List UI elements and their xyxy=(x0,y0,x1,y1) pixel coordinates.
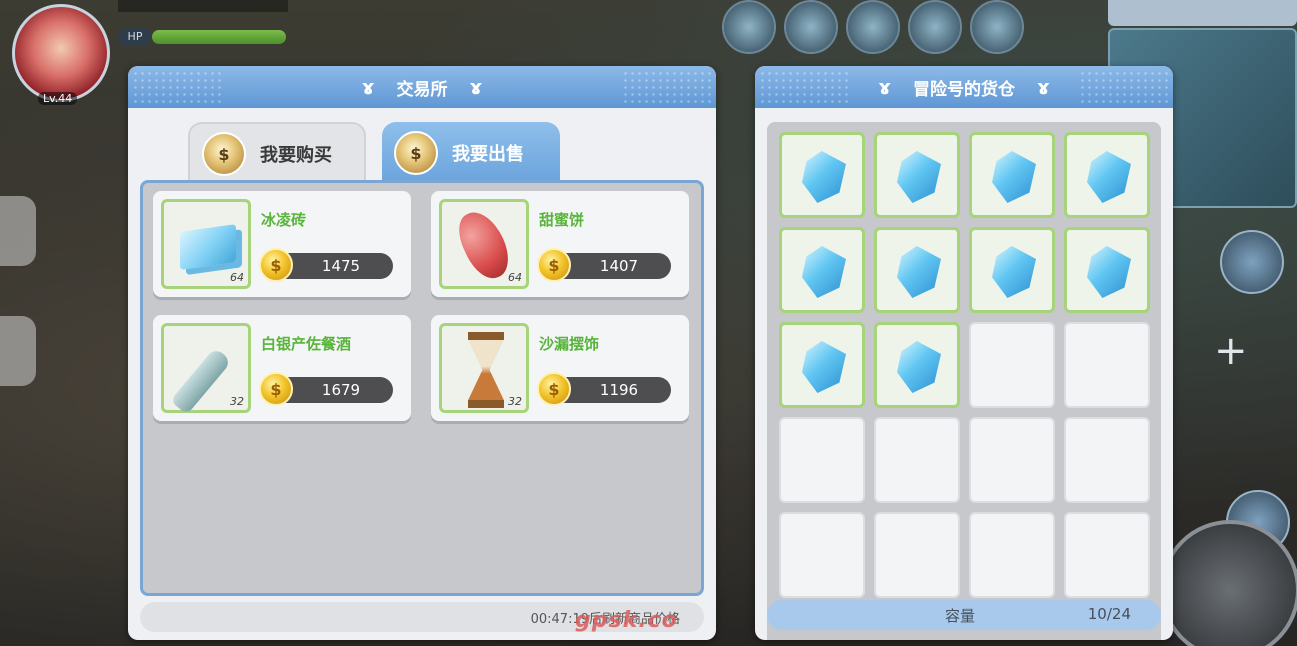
top-activity-icons xyxy=(722,0,1024,54)
hp-bar xyxy=(152,30,286,44)
cargo-slot-empty[interactable] xyxy=(969,417,1055,503)
cargo-slot-filled[interactable] xyxy=(874,132,960,218)
cargo-slot-filled[interactable] xyxy=(874,322,960,408)
listing-card[interactable]: 32 沙漏摆饰 1196 $ xyxy=(431,315,689,421)
ice-crystal-icon xyxy=(992,151,1036,203)
activity-icon-3[interactable] xyxy=(846,0,900,54)
tab-buy-label: 我要购买 xyxy=(260,145,332,166)
wine-bottle-icon xyxy=(170,347,232,415)
listing-card[interactable]: 64 冰凌砖 1475 $ xyxy=(153,191,411,297)
item-thumbnail: 32 xyxy=(439,323,529,413)
wing-left-icon: ɤ xyxy=(878,75,891,99)
activity-icon-5[interactable] xyxy=(970,0,1024,54)
cargo-slot-empty[interactable] xyxy=(1064,322,1150,408)
player-avatar[interactable] xyxy=(12,4,110,102)
wing-right-icon: ɤ xyxy=(1037,75,1050,99)
cargo-slot-empty[interactable] xyxy=(874,512,960,598)
capacity-label: 容量 xyxy=(945,607,976,625)
item-name: 白银产佐餐酒 xyxy=(261,335,352,353)
cargo-slot-empty[interactable] xyxy=(874,417,960,503)
listing-card[interactable]: 64 甜蜜饼 1407 $ xyxy=(431,191,689,297)
tab-buy[interactable]: $ 我要购买 xyxy=(188,122,366,184)
right-action-button[interactable] xyxy=(1220,230,1284,294)
cargo-slot-empty[interactable] xyxy=(779,417,865,503)
ice-crystal-icon xyxy=(802,151,846,203)
cargo-panel: ɤ 冒险号的货仓 ɤ 容量 10/24 xyxy=(755,66,1173,640)
money-bag-icon: $ xyxy=(202,132,246,176)
cargo-title: 冒险号的货仓 xyxy=(913,79,1015,100)
activity-icon-1[interactable] xyxy=(722,0,776,54)
minimap-title xyxy=(1108,0,1297,26)
cargo-slot-filled[interactable] xyxy=(969,227,1055,313)
coin-icon: $ xyxy=(259,372,293,406)
coin-icon: $ xyxy=(259,248,293,282)
wing-left-icon: ɤ xyxy=(361,75,375,99)
capacity-bar: 容量 10/24 xyxy=(767,600,1161,630)
ice-crystal-icon xyxy=(992,246,1036,298)
exchange-title: 交易所 xyxy=(396,79,448,100)
cargo-slot-filled[interactable] xyxy=(1064,132,1150,218)
listing-card[interactable]: 32 白银产佐餐酒 1679 $ xyxy=(153,315,411,421)
tab-sell[interactable]: $ 我要出售 xyxy=(382,122,560,184)
item-thumbnail: 32 xyxy=(161,323,251,415)
cargo-slot-filled[interactable] xyxy=(779,322,865,408)
item-name: 沙漏摆饰 xyxy=(539,335,600,353)
ice-crystal-icon xyxy=(802,246,846,298)
exchange-panel: ɤ 交易所 ɤ $ 我要购买 $ 我要出售 64 冰凌砖 1475 $ 64 甜… xyxy=(128,66,716,640)
cargo-slot-empty[interactable] xyxy=(969,322,1055,408)
activity-icon-2[interactable] xyxy=(784,0,838,54)
cargo-slot-empty[interactable] xyxy=(1064,512,1150,598)
cargo-slot-filled[interactable] xyxy=(1064,227,1150,313)
item-quantity: 64 xyxy=(230,271,244,284)
plus-icon[interactable]: + xyxy=(1214,328,1248,374)
exchange-header: ɤ 交易所 ɤ xyxy=(128,66,716,108)
cargo-slot-filled[interactable] xyxy=(874,227,960,313)
ice-brick-icon xyxy=(180,224,236,270)
coin-icon: $ xyxy=(537,372,571,406)
ice-crystal-icon xyxy=(1087,246,1131,298)
skill-joystick[interactable] xyxy=(1160,520,1297,646)
cargo-slot-filled[interactable] xyxy=(969,132,1055,218)
ice-crystal-icon xyxy=(1087,151,1131,203)
hourglass-icon xyxy=(468,332,504,408)
watermark-logo: gpsk.co xyxy=(575,608,678,633)
hp-label: HP xyxy=(118,28,152,46)
item-quantity: 32 xyxy=(230,395,244,408)
tab-sell-label: 我要出售 xyxy=(452,144,524,165)
cargo-header: ɤ 冒险号的货仓 ɤ xyxy=(755,66,1173,108)
cargo-grid-frame xyxy=(767,122,1161,640)
ice-crystal-icon xyxy=(897,246,941,298)
cargo-slot-empty[interactable] xyxy=(779,512,865,598)
player-level: Lv.44 xyxy=(38,92,78,105)
top-status-bar xyxy=(118,0,288,12)
ice-crystal-icon xyxy=(897,151,941,203)
cargo-slot-empty[interactable] xyxy=(969,512,1055,598)
capacity-value: 10/24 xyxy=(1087,605,1131,623)
item-quantity: 32 xyxy=(508,395,522,408)
listing-area: 64 冰凌砖 1475 $ 64 甜蜜饼 1407 $ 32 白银产佐餐酒 16… xyxy=(140,180,704,596)
item-quantity: 64 xyxy=(508,271,522,284)
activity-icon-4[interactable] xyxy=(908,0,962,54)
item-name: 甜蜜饼 xyxy=(539,211,585,229)
cargo-slot-filled[interactable] xyxy=(779,132,865,218)
item-thumbnail: 64 xyxy=(439,199,529,289)
wing-right-icon: ɤ xyxy=(469,75,483,99)
ice-crystal-icon xyxy=(802,341,846,393)
item-thumbnail: 64 xyxy=(161,199,251,289)
ice-crystal-icon xyxy=(897,341,941,393)
money-bag-icon: $ xyxy=(394,131,438,175)
side-button-2[interactable] xyxy=(0,316,36,386)
cargo-slot-filled[interactable] xyxy=(779,227,865,313)
exchange-tabs: $ 我要购买 $ 我要出售 xyxy=(188,122,560,184)
side-button-1[interactable] xyxy=(0,196,36,266)
coin-icon: $ xyxy=(537,248,571,282)
cargo-slot-empty[interactable] xyxy=(1064,417,1150,503)
item-name: 冰凌砖 xyxy=(261,211,307,229)
cargo-grid xyxy=(779,132,1150,598)
